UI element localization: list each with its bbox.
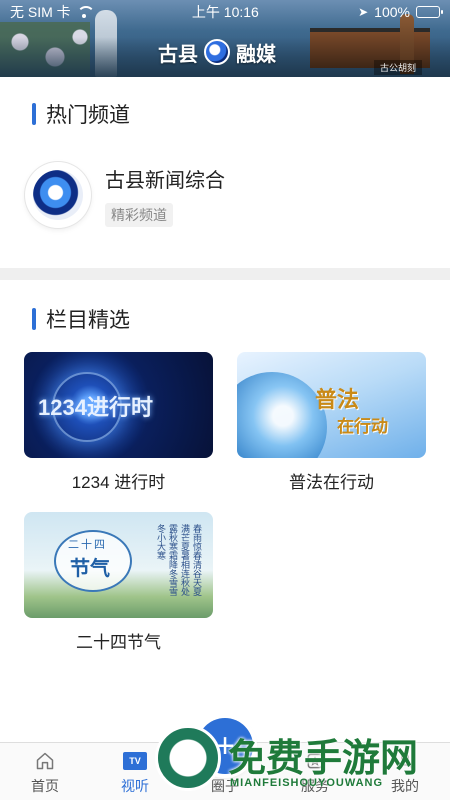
column-title: 1234 进行时 [71,473,166,492]
channel-name: 古县新闻综合 [105,169,225,192]
tab-label: 服务 [301,778,329,794]
thumbnail-text: 在行动 [337,417,388,436]
tab-label: 首页 [31,778,59,794]
tab-watch[interactable]: TV 视听 [90,743,180,800]
tab-label: 视听 [121,778,149,794]
column-thumbnail: 二十四 节气 春雨惊春清谷天夏满芒夏暑相连秋处露秋寒霜降冬雪雪冬小大寒 [24,512,213,618]
brand-emblem-icon [204,39,230,65]
wifi-icon [76,6,95,18]
section-title-text: 热门频道 [46,104,130,127]
section-title-text: 栏目精选 [46,309,130,332]
tab-home[interactable]: 首页 [0,743,90,800]
channel-logo-icon [25,162,91,228]
section-hot-channels-title: 热门频道 [32,99,130,129]
battery-percent: 100% [374,4,410,20]
column-thumbnail: 1234进行时 [24,352,213,458]
channel-item[interactable]: 古县新闻综合 精彩频道 [25,160,425,230]
status-bar: 无 SIM 卡 上午 10:16 ➤ 100% [0,0,450,24]
tab-service[interactable]: 服务 [270,743,360,800]
tv-icon: TV [123,750,147,772]
thumbnail-text: 1234进行时 [38,395,153,420]
thumbnail-text: 节气 [70,558,110,580]
brand-right-text: 融媒 [236,41,276,66]
tab-profile[interactable]: 我的 [360,743,450,800]
banner-plaque: 古公胡刻 [373,60,422,75]
channel-tag: 精彩频道 [105,202,173,227]
carrier-label: 无 SIM 卡 [10,4,71,20]
home-icon [33,750,57,772]
profile-icon [393,750,417,772]
service-icon [303,750,327,772]
location-arrow-icon: ➤ [358,5,369,19]
brand-left-text: 古县 [158,41,198,66]
thumbnail-text: 普法 [315,387,360,412]
status-time: 上午 10:16 [191,4,259,20]
thumbnail-text: 二十四 [68,539,107,551]
post-add-button[interactable]: + [197,718,253,774]
thumbnail-poem: 春雨惊春清谷天夏满芒夏暑相连秋处露秋寒霜降冬雪雪冬小大寒 [156,524,202,596]
section-accent-bar [32,308,36,330]
section-accent-bar [32,103,36,125]
column-card-1234[interactable]: 1234进行时 1234 进行时 [24,352,213,493]
battery-icon [415,6,443,18]
section-divider [0,268,450,280]
header-banner: 古公胡刻 古县 融媒 无 SIM 卡 上午 10:16 ➤ 100% [0,0,450,77]
column-title: 二十四节气 [76,633,161,652]
tab-label: 我的 [391,778,419,794]
column-card-pufa[interactable]: 普法 在行动 普法在行动 [237,352,426,493]
tab-label: 圈子 [211,778,239,794]
column-title: 普法在行动 [289,473,374,492]
column-thumbnail: 普法 在行动 [237,352,426,458]
column-card-jieqi[interactable]: 二十四 节气 春雨惊春清谷天夏满芒夏暑相连秋处露秋寒霜降冬雪雪冬小大寒 二十四节… [24,512,213,653]
section-column-picks-title: 栏目精选 [32,304,130,334]
brand-logo: 古县 融媒 [158,37,276,67]
